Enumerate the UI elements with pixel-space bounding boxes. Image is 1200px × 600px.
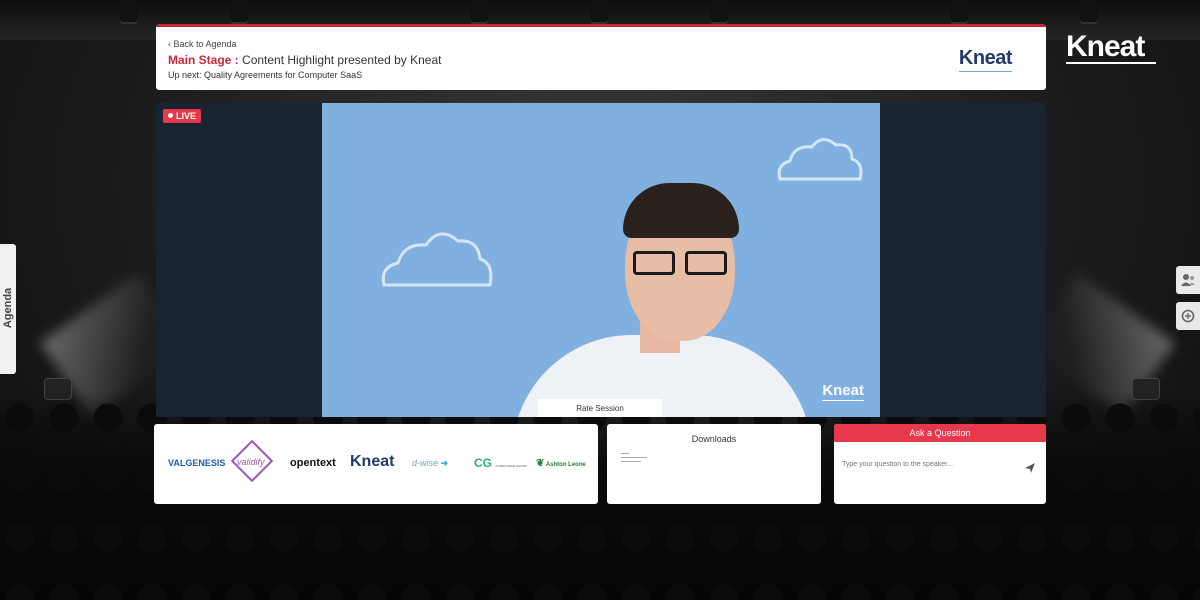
- sponsor-logo[interactable]: Kneat: [350, 453, 394, 471]
- sponsor-logo[interactable]: ❦ Ashton Leone: [536, 458, 586, 469]
- document-icon-line: [621, 461, 641, 462]
- cg-mark-icon: CG: [474, 456, 492, 470]
- sponsor-name: Ashton Leone: [545, 462, 586, 468]
- header-logo-line: [958, 71, 1012, 72]
- send-icon[interactable]: [1024, 462, 1036, 474]
- stage-light: [1080, 0, 1098, 22]
- header-logo: Kneat: [958, 47, 1013, 72]
- downloads-title: Downloads: [691, 434, 737, 444]
- sponsor-name: validify: [237, 457, 265, 467]
- sponsor-name: opentext: [290, 457, 336, 469]
- sponsor-name: COMPLIANCE GROUP: [495, 464, 528, 468]
- video-player[interactable]: LIVE Kneat Rate Session: [156, 103, 1046, 417]
- cloud-icon: [777, 138, 863, 181]
- ask-question-panel: Ask a Question: [834, 424, 1046, 504]
- live-label: LIVE: [176, 111, 197, 121]
- sponsor-name: Kneat: [350, 453, 395, 470]
- live-dot-icon: [168, 113, 173, 118]
- speaker-glasses: [633, 251, 733, 277]
- live-badge: LIVE: [163, 109, 202, 123]
- sponsor-logo[interactable]: CG COMPLIANCE GROUP: [474, 456, 527, 470]
- sponsor-logo[interactable]: VALGENESIS: [168, 458, 225, 468]
- dwise-arrow-icon: ➜: [440, 458, 449, 468]
- ask-question-title: Ask a Question: [834, 424, 1046, 442]
- video-watermark-line: [822, 400, 864, 401]
- question-input[interactable]: [840, 460, 1020, 469]
- stage-light: [710, 0, 728, 22]
- chat-button[interactable]: [1176, 302, 1200, 330]
- rate-session-button[interactable]: Rate Session: [538, 399, 662, 417]
- lens-left: [633, 251, 675, 275]
- stage-light: [120, 0, 138, 22]
- stage-light: [950, 0, 968, 22]
- leaf-icon: ❦: [536, 458, 545, 469]
- downloads-panel: Downloads: [607, 424, 821, 504]
- download-item[interactable]: [621, 450, 657, 482]
- stage-light: [230, 0, 248, 22]
- video-watermark-logo: Kneat: [822, 382, 864, 401]
- up-next-text: Up next: Quality Agreements for Computer…: [168, 70, 363, 80]
- cloud-icon: [381, 232, 493, 287]
- back-to-agenda-link[interactable]: ‹ Back to Agenda: [168, 39, 1034, 49]
- sponsor-name: VALGENESIS: [168, 458, 226, 468]
- brand-logo: Kneat: [1066, 30, 1156, 64]
- header-logo-text: Kneat: [958, 47, 1013, 69]
- attendees-button[interactable]: [1176, 266, 1200, 294]
- speaker-video: Kneat Rate Session: [322, 103, 880, 417]
- stage-light: [470, 0, 488, 22]
- agenda-tab-label: Agenda: [2, 287, 14, 329]
- session-title: Content Highlight presented by Kneat: [238, 53, 442, 67]
- stage-header: ‹ Back to Agenda Main Stage : Content Hi…: [156, 24, 1046, 90]
- sponsor-logo[interactable]: opentext: [290, 457, 336, 469]
- agenda-tab[interactable]: Agenda: [0, 244, 16, 374]
- video-watermark-text: Kneat: [822, 382, 864, 399]
- attendees-icon: [1181, 274, 1195, 286]
- stage-title: Main Stage : Content Highlight presented…: [168, 53, 1034, 67]
- sponsor-logo[interactable]: d-wise ➜: [412, 458, 448, 469]
- document-icon-line: [621, 457, 647, 458]
- sponsor-logo[interactable]: validify: [230, 439, 274, 484]
- brand-logo-text: Kneat: [1066, 30, 1145, 63]
- document-icon-line: [621, 453, 629, 454]
- stage-light: [590, 0, 608, 22]
- sponsor-strip: VALGENESIS validify opentext Kneat d-wis…: [154, 424, 598, 504]
- chat-icon: [1181, 309, 1195, 323]
- stage-label: Main Stage :: [168, 53, 239, 67]
- lens-right: [685, 251, 727, 275]
- sponsor-name: d-wise: [412, 458, 439, 468]
